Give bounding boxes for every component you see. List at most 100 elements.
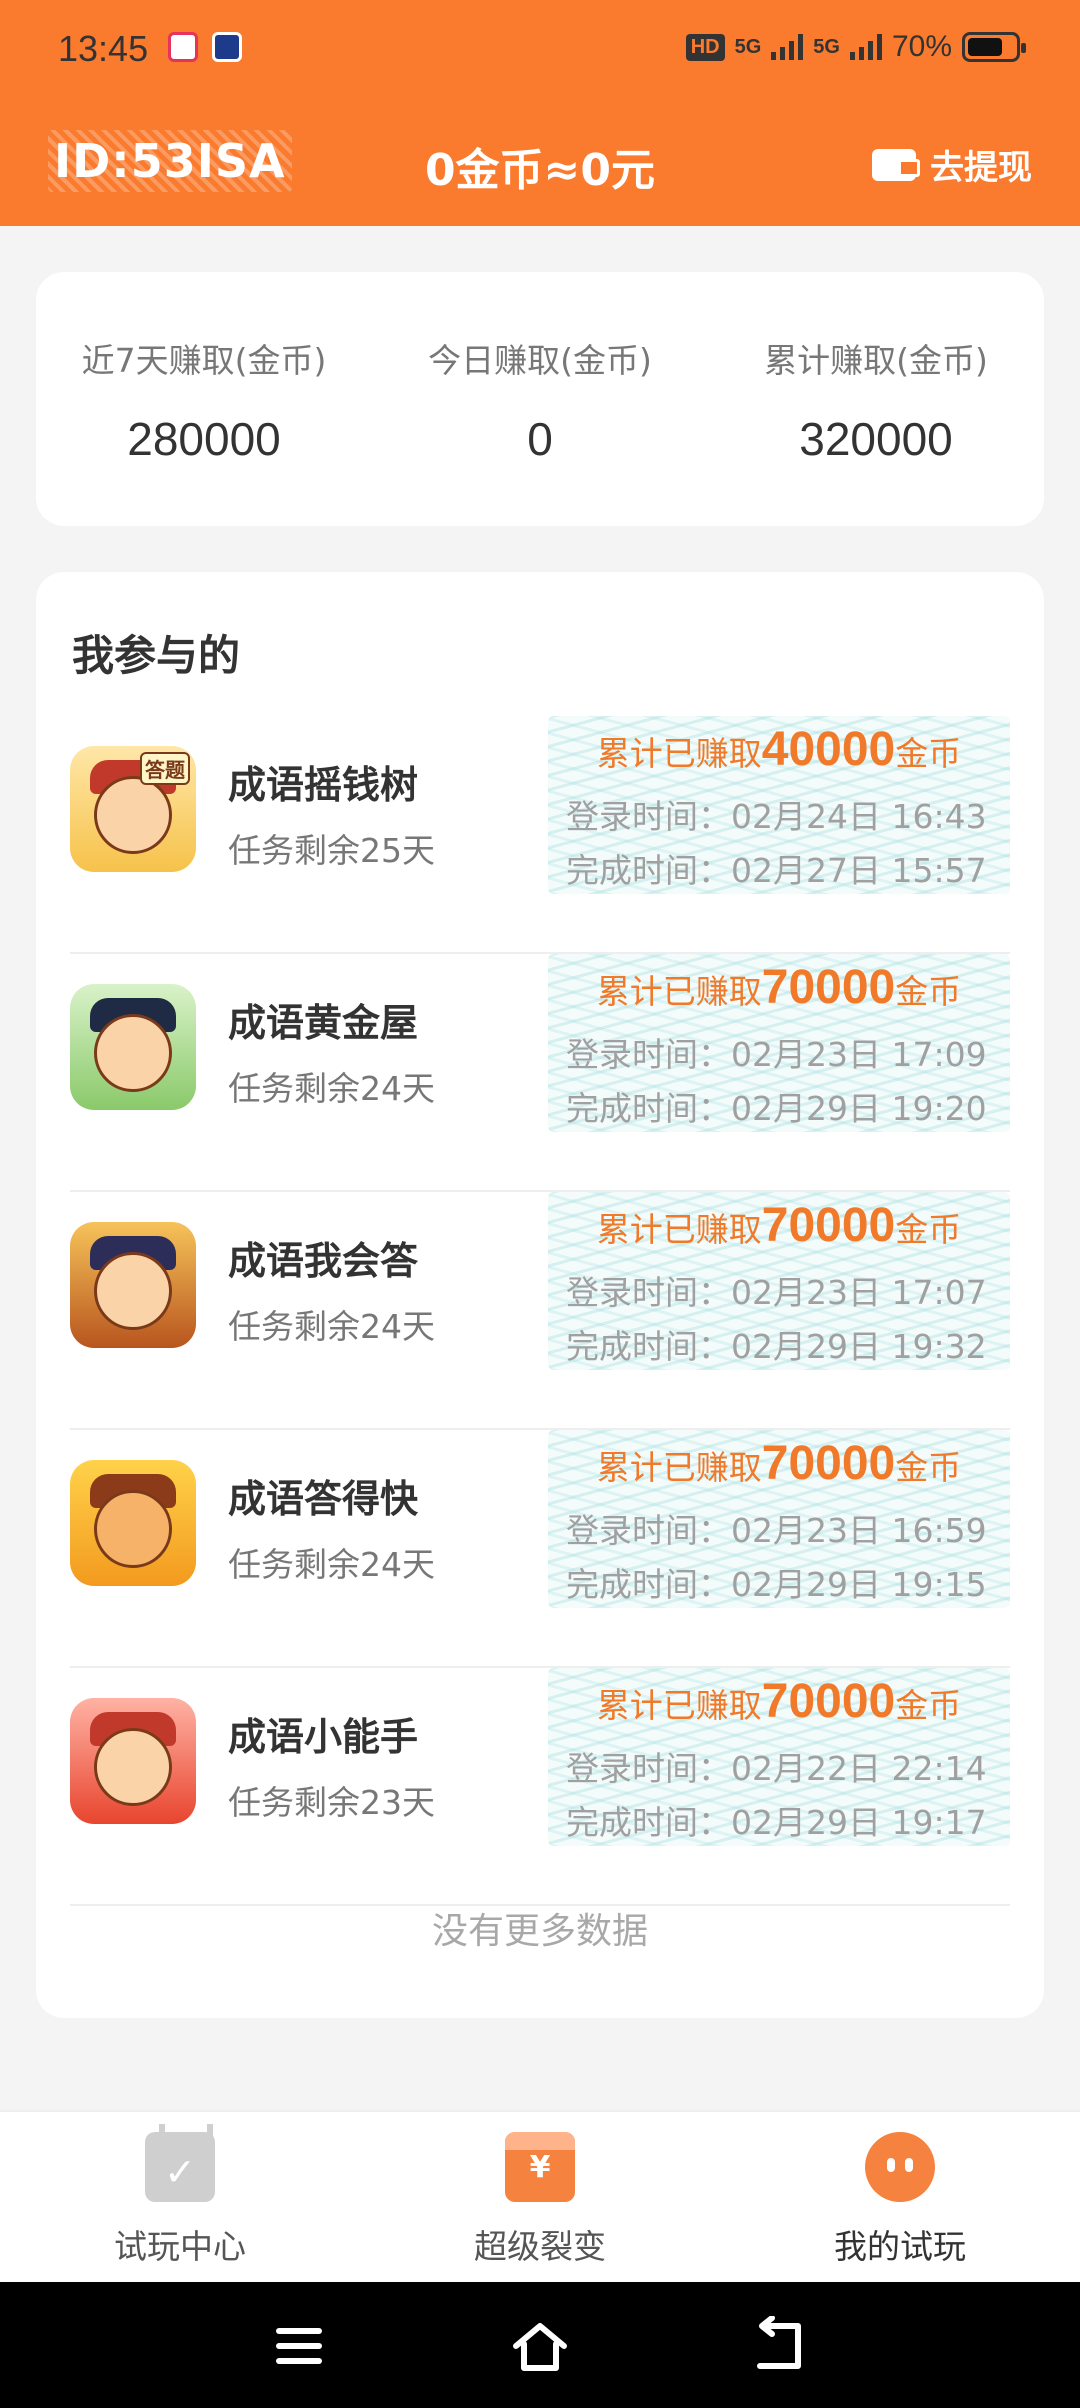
complete-prefix: 完成时间： [566, 851, 731, 890]
earnings-box: 累计已赚取70000金币 登录时间：02月23日 17:07 完成时间：02月2… [548, 1192, 1010, 1370]
no-more-data: 没有更多数据 [431, 1911, 648, 1952]
earned-total: 累计已赚取70000金币 [548, 1674, 1010, 1729]
login-time: 登录时间：02月23日 16:59 [566, 1504, 987, 1552]
menu-icon[interactable] [270, 2316, 330, 2376]
earned-prefix: 累计已赚取 [596, 1686, 762, 1725]
calendar-check-icon [145, 2124, 215, 2202]
complete-value: 02月29日 19:20 [731, 1089, 987, 1128]
login-time: 登录时间：02月23日 17:07 [566, 1266, 987, 1314]
status-bar: 13:45 HD 5G 5G 70% [0, 0, 1080, 100]
list-item[interactable]: 成语黄金屋 任务剩余24天 累计已赚取70000金币 登录时间：02月23日 1… [70, 954, 1010, 1192]
login-prefix: 登录时间： [566, 1511, 731, 1550]
mascot-icon [865, 2132, 935, 2202]
login-value: 02月24日 16:43 [731, 797, 987, 836]
signal-icon-2 [849, 34, 882, 60]
status-time: 13:45 [58, 28, 149, 69]
task-remaining: 任务剩余23天 [228, 1783, 435, 1822]
stat-value: 280000 [127, 413, 281, 465]
earned-suffix: 金币 [895, 1686, 962, 1725]
system-nav-bar [0, 2282, 1080, 2408]
tab-super-referral[interactable]: 超级裂变 [360, 2112, 720, 2282]
battery-icon [962, 32, 1026, 62]
earned-suffix: 金币 [895, 972, 962, 1011]
app-name: 成语答得快 [228, 1477, 419, 1521]
signal-icon-1 [771, 34, 804, 60]
network-label-2: 5G [813, 35, 840, 58]
earned-prefix: 累计已赚取 [596, 1448, 762, 1487]
earned-total: 累计已赚取70000金币 [548, 1198, 1010, 1253]
notification-app-icon [168, 32, 198, 62]
tab-label: 超级裂变 [474, 2227, 606, 2266]
earnings-stats-card: 近7天赚取(金币) 280000 今日赚取(金币) 0 累计赚取(金币) 320… [36, 272, 1044, 526]
complete-value: 02月29日 19:32 [731, 1327, 987, 1366]
earned-prefix: 累计已赚取 [596, 1210, 762, 1249]
app-header: 13:45 HD 5G 5G 70% ID:53ISA 0金币≈0元 去提现 [0, 0, 1080, 226]
stat-today: 今日赚取(金币) 0 [372, 272, 708, 526]
withdraw-button[interactable]: 去提现 [872, 140, 1032, 189]
earned-amount: 40000 [761, 723, 896, 776]
tab-my-trials[interactable]: 我的试玩 [720, 2112, 1080, 2282]
red-packet-icon [505, 2132, 575, 2202]
complete-time: 完成时间：02月29日 19:32 [566, 1320, 987, 1368]
complete-prefix: 完成时间： [566, 1089, 731, 1128]
earned-suffix: 金币 [895, 734, 962, 773]
earned-total: 累计已赚取70000金币 [548, 960, 1010, 1015]
earned-suffix: 金币 [895, 1210, 962, 1249]
login-value: 02月23日 16:59 [731, 1511, 987, 1550]
login-time: 登录时间：02月23日 17:09 [566, 1028, 987, 1076]
bottom-nav: 试玩中心 超级裂变 我的试玩 [0, 2110, 1080, 2282]
task-remaining: 任务剩余25天 [228, 831, 435, 870]
earned-amount: 70000 [761, 1199, 896, 1252]
stat-value: 320000 [799, 413, 953, 465]
task-remaining: 任务剩余24天 [228, 1545, 435, 1584]
list-item[interactable]: 成语答得快 任务剩余24天 累计已赚取70000金币 登录时间：02月23日 1… [70, 1430, 1010, 1668]
earned-prefix: 累计已赚取 [596, 972, 762, 1011]
earned-prefix: 累计已赚取 [596, 734, 762, 773]
complete-prefix: 完成时间： [566, 1803, 731, 1842]
red-hat-icon [70, 1698, 196, 1824]
shiba-icon [70, 1460, 196, 1586]
complete-time: 完成时间：02月27日 15:57 [566, 844, 987, 892]
complete-value: 02月27日 15:57 [731, 851, 987, 890]
login-prefix: 登录时间： [566, 797, 731, 836]
complete-prefix: 完成时间： [566, 1565, 731, 1604]
list-item[interactable]: 答题 成语摇钱树 任务剩余25天 累计已赚取40000金币 登录时间：02月24… [70, 716, 1010, 954]
earnings-box: 累计已赚取70000金币 登录时间：02月23日 17:09 完成时间：02月2… [548, 954, 1010, 1132]
status-indicators: HD 5G 5G 70% [685, 30, 1026, 64]
stat-label: 累计赚取(金币) [764, 341, 988, 380]
app-name: 成语我会答 [228, 1239, 419, 1283]
earnings-box: 累计已赚取70000金币 登录时间：02月23日 16:59 完成时间：02月2… [548, 1430, 1010, 1608]
earned-amount: 70000 [761, 961, 896, 1014]
complete-time: 完成时间：02月29日 19:17 [566, 1796, 987, 1844]
back-icon[interactable] [750, 2315, 810, 2376]
earnings-box: 累计已赚取70000金币 登录时间：02月22日 22:14 完成时间：02月2… [548, 1668, 1010, 1846]
complete-time: 完成时间：02月29日 19:15 [566, 1558, 987, 1606]
earned-total: 累计已赚取40000金币 [548, 722, 1010, 777]
hd-icon: HD [685, 33, 725, 61]
app-name: 成语摇钱树 [228, 763, 419, 807]
task-remaining: 任务剩余24天 [228, 1069, 435, 1108]
caishen-icon: 答题 [70, 746, 196, 872]
list-item[interactable]: 成语小能手 任务剩余23天 累计已赚取70000金币 登录时间：02月22日 2… [70, 1668, 1010, 1906]
app-name: 成语小能手 [228, 1715, 419, 1759]
login-time: 登录时间：02月22日 22:14 [566, 1742, 987, 1790]
login-prefix: 登录时间： [566, 1035, 731, 1074]
login-prefix: 登录时间： [566, 1273, 731, 1312]
account-bar: ID:53ISA 0金币≈0元 去提现 [0, 120, 1080, 210]
complete-value: 02月29日 19:15 [731, 1565, 987, 1604]
complete-time: 完成时间：02月29日 19:20 [566, 1082, 987, 1130]
list-item[interactable]: 成语我会答 任务剩余24天 累计已赚取70000金币 登录时间：02月23日 1… [70, 1192, 1010, 1430]
stat-total: 累计赚取(金币) 320000 [708, 272, 1044, 526]
stat-label: 近7天赚取(金币) [81, 341, 327, 380]
official-icon [70, 984, 196, 1110]
home-icon[interactable] [510, 2316, 570, 2376]
earned-total: 累计已赚取70000金币 [548, 1436, 1010, 1491]
tab-label: 试玩中心 [114, 2227, 246, 2266]
tab-label: 我的试玩 [834, 2227, 966, 2266]
notification-shield-icon [212, 32, 242, 62]
scholar-icon [70, 1222, 196, 1348]
tab-trial-center[interactable]: 试玩中心 [0, 2112, 360, 2282]
complete-value: 02月29日 19:17 [731, 1803, 987, 1842]
earned-suffix: 金币 [895, 1448, 962, 1487]
section-title: 我参与的 [72, 631, 241, 680]
